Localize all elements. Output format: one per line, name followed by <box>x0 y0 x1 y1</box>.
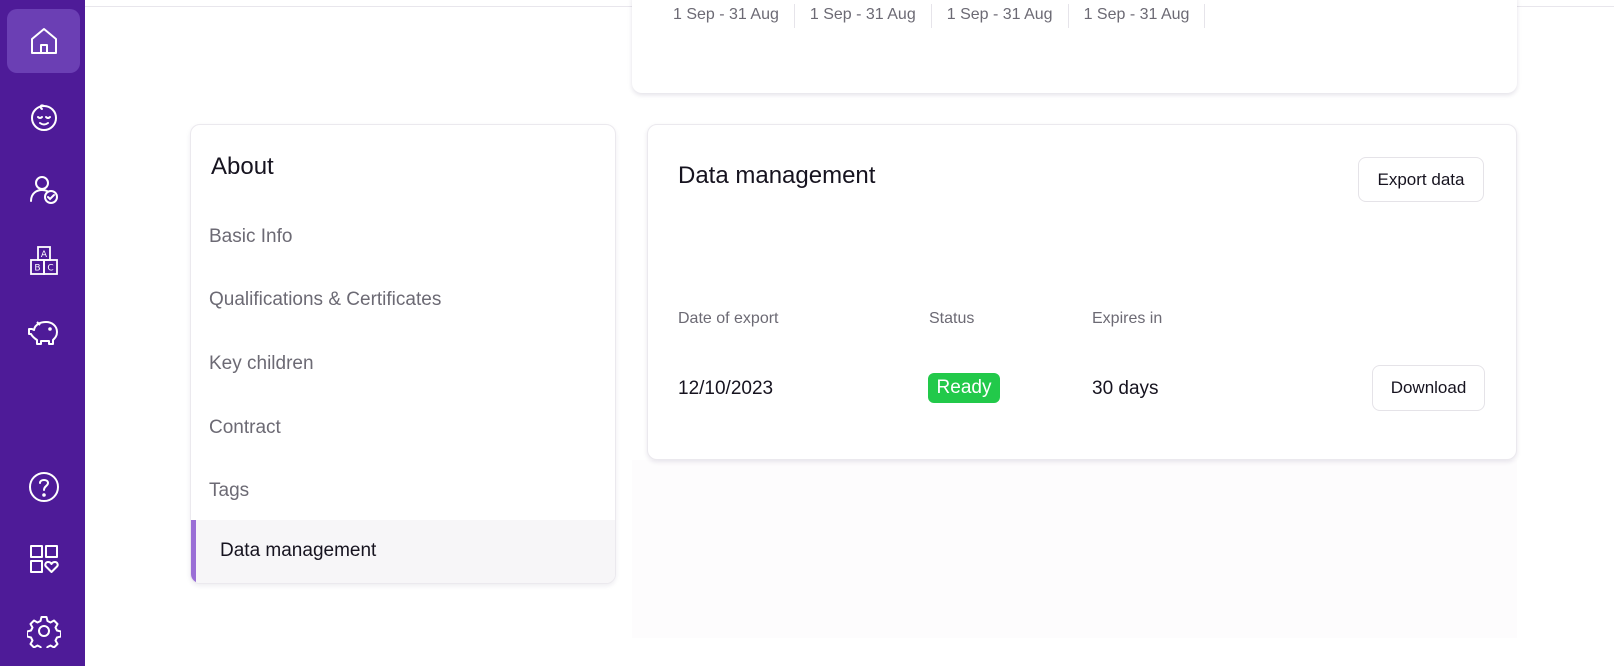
nav-home[interactable] <box>7 9 80 73</box>
svg-text:B: B <box>34 264 40 274</box>
period-row: 1 Sep - 31 Aug 1 Sep - 31 Aug 1 Sep - 31… <box>632 4 1206 28</box>
content-background <box>632 460 1517 638</box>
svg-text:C: C <box>47 264 53 274</box>
abc-blocks-icon: A B C <box>29 246 58 275</box>
period-label: 1 Sep - 31 Aug <box>632 4 795 28</box>
about-title: About <box>211 153 274 180</box>
nav-finance[interactable] <box>7 300 80 364</box>
nav-settings[interactable] <box>7 599 80 663</box>
about-item-basic-info[interactable]: Basic Info <box>209 226 292 248</box>
apps-heart-icon <box>29 545 59 573</box>
period-label: 1 Sep - 31 Aug <box>795 4 932 28</box>
home-icon <box>30 28 57 54</box>
about-item-label: Data management <box>220 540 377 561</box>
help-icon <box>28 472 59 502</box>
nav-staff[interactable] <box>7 157 80 221</box>
column-header-status: Status <box>929 310 975 327</box>
about-item-key-children[interactable]: Key children <box>209 353 314 375</box>
about-item-contract[interactable]: Contract <box>209 417 281 439</box>
baby-face-icon <box>30 104 57 131</box>
download-button[interactable]: Download <box>1372 365 1485 411</box>
user-check-icon <box>29 176 58 204</box>
about-card: About Basic Info Qualifications & Certif… <box>190 124 616 584</box>
nav-help[interactable] <box>7 455 80 519</box>
status-badge: Ready <box>928 373 1000 403</box>
about-item-tags[interactable]: Tags <box>209 480 249 502</box>
nav-apps[interactable] <box>7 527 80 591</box>
data-management-title: Data management <box>678 162 876 189</box>
piggy-bank-icon <box>27 321 58 345</box>
nav-children[interactable] <box>7 85 80 149</box>
about-item-qualifications[interactable]: Qualifications & Certificates <box>209 289 441 311</box>
export-data-button[interactable]: Export data <box>1358 157 1484 202</box>
about-item-data-management[interactable]: Data management <box>191 520 615 583</box>
settings-gear-icon <box>26 616 61 648</box>
period-label: 1 Sep - 31 Aug <box>932 4 1069 28</box>
nav-learning[interactable]: A B C <box>7 229 80 293</box>
data-management-card: Data management Export data Date of expo… <box>647 124 1517 460</box>
column-header-expires: Expires in <box>1092 310 1163 327</box>
period-card: 1 Sep - 31 Aug 1 Sep - 31 Aug 1 Sep - 31… <box>632 0 1517 93</box>
column-header-date: Date of export <box>678 310 779 327</box>
svg-text:A: A <box>40 250 47 260</box>
export-date: 12/10/2023 <box>678 378 774 399</box>
expires-in: 30 days <box>1092 378 1159 399</box>
period-label: 1 Sep - 31 Aug <box>1069 4 1206 28</box>
sidebar-nav: A B C <box>0 0 85 666</box>
